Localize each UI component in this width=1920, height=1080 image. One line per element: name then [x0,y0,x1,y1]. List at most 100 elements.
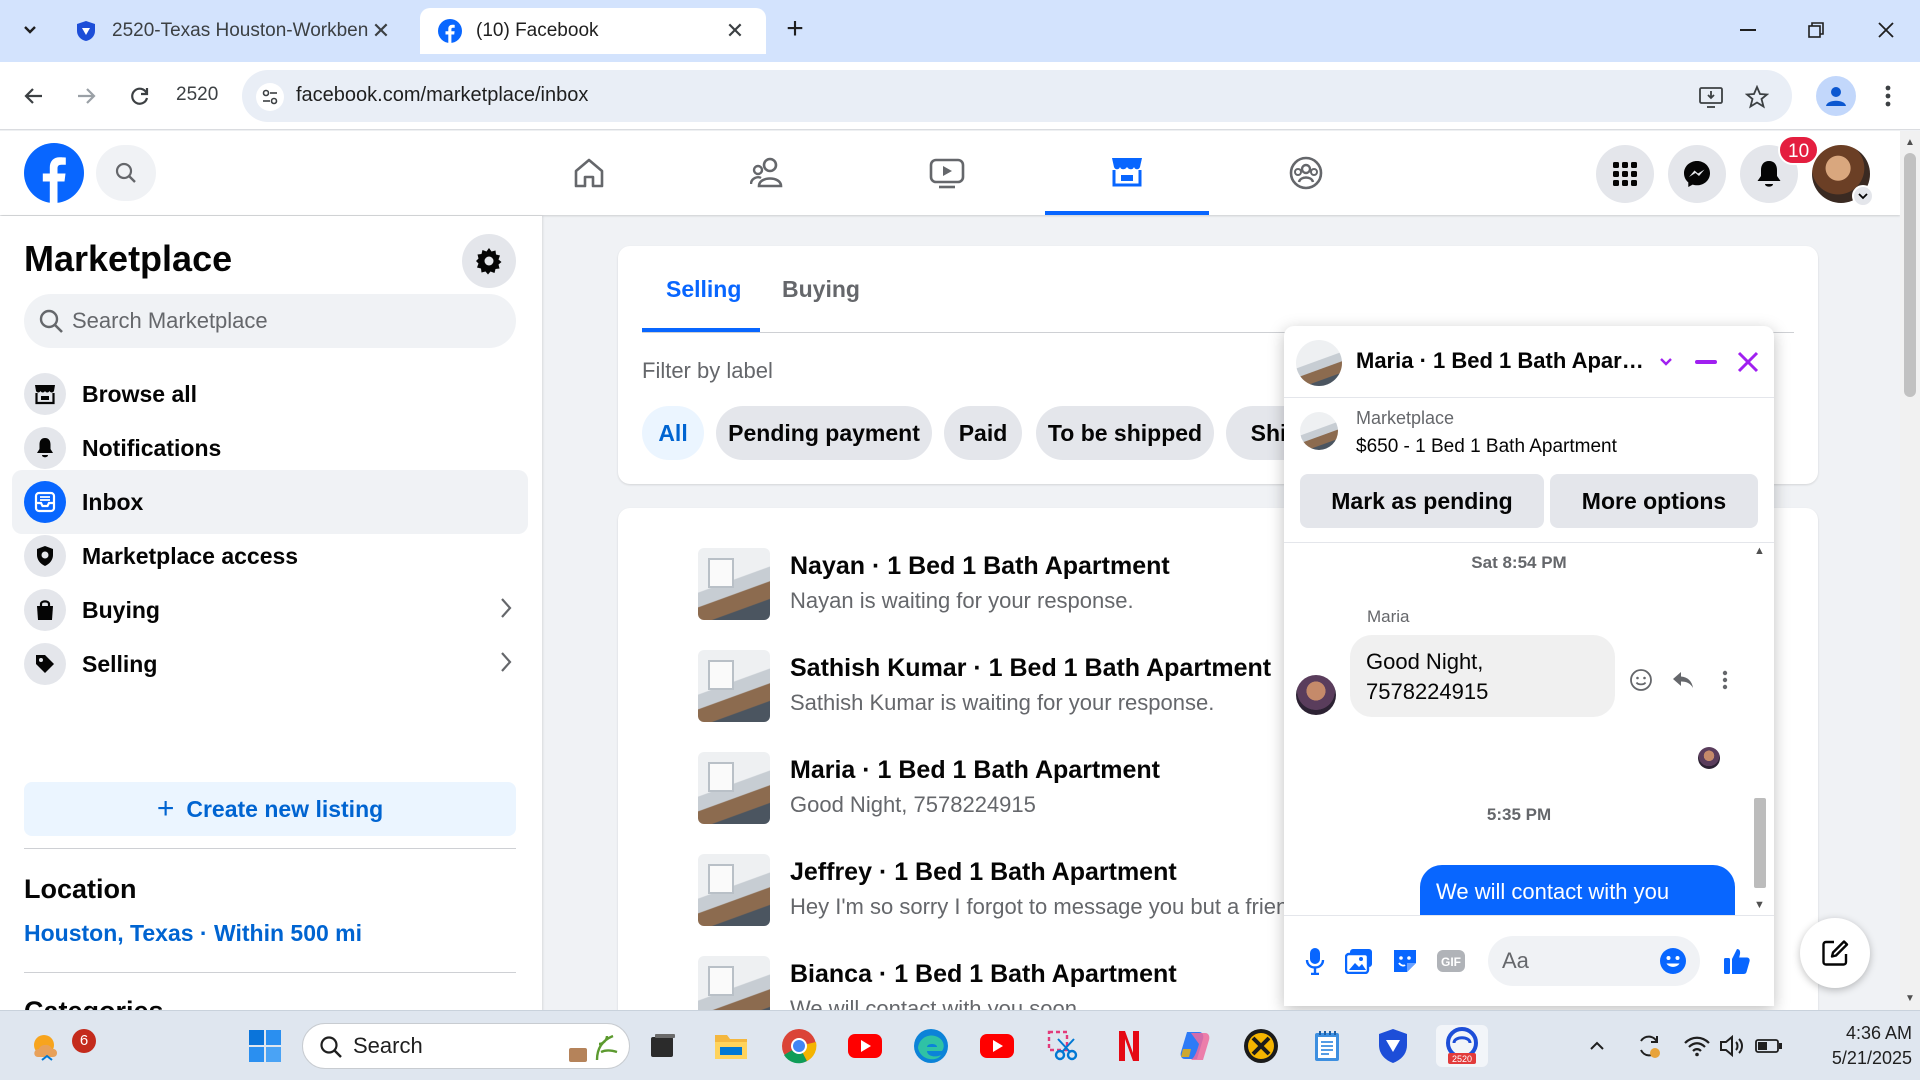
profile-label[interactable]: 2520 [176,84,218,106]
nav-friends-icon[interactable] [687,131,851,215]
account-chevron-down-icon[interactable] [1852,185,1874,207]
emoji-picker-icon[interactable] [1658,946,1688,976]
outgoing-message-bubble[interactable]: We will contact with you soon. [1420,865,1735,915]
shield-vpn-app-icon[interactable] [1372,1025,1414,1067]
edge-browser-icon[interactable] [910,1025,952,1067]
filter-chip-pending-payment[interactable]: Pending payment [716,406,932,460]
settings-gear-icon[interactable] [462,234,516,288]
facebook-search-icon[interactable] [96,145,156,201]
nav-video-icon[interactable] [865,131,1029,215]
restore-window-icon[interactable] [1796,14,1836,46]
chat-options-chevron-icon[interactable] [1650,346,1682,378]
site-settings-icon[interactable] [256,83,284,111]
minimize-chat-icon[interactable] [1690,346,1722,378]
filter-chip-all[interactable]: All [642,406,704,460]
sidebar-item-selling[interactable]: Selling [12,632,528,696]
chat-scrollbar[interactable]: ▲ ▼ [1750,543,1768,915]
scrollbar-thumb[interactable] [1754,798,1766,888]
message-more-icon[interactable] [1708,663,1742,697]
chrome-icon[interactable] [778,1025,820,1067]
conversation-snippet: Sathish Kumar is waiting for your respon… [790,690,1215,715]
scroll-up-arrow-icon[interactable]: ▲ [1905,137,1915,148]
location-link[interactable]: Houston, Texas · Within 500 mi [24,920,362,947]
copilot-icon[interactable] [1174,1025,1216,1067]
sender-avatar[interactable] [1296,675,1336,715]
mark-as-pending-button[interactable]: Mark as pending [1300,474,1544,528]
message-input[interactable] [1502,936,1652,986]
xbox-style-app-icon[interactable] [1240,1025,1282,1067]
snipping-tool-icon[interactable] [1042,1025,1084,1067]
close-chat-icon[interactable] [1732,346,1764,378]
tab-title: (10) Facebook [476,20,599,41]
windows-start-icon[interactable] [244,1025,286,1067]
nav-groups-icon[interactable] [1224,131,1388,215]
chat-header[interactable]: Maria · 1 Bed 1 Bath Apartment [1284,326,1774,398]
volume-speaker-icon[interactable] [1716,1025,1750,1067]
filter-chip-to-be-shipped[interactable]: To be shipped [1036,406,1214,460]
netflix-icon[interactable] [1108,1025,1150,1067]
new-tab-plus-icon[interactable]: + [780,14,810,44]
shield-favicon-icon [77,21,95,41]
tab-buying[interactable]: Buying [782,276,860,303]
reply-arrow-icon[interactable] [1666,663,1700,697]
file-explorer-icon[interactable] [710,1025,752,1067]
nav-marketplace-icon[interactable] [1045,131,1209,215]
task-view-icon[interactable] [642,1025,684,1067]
taskbar-clock[interactable]: 4:36 AM 5/21/2025 [1792,1021,1912,1071]
scrollbar-thumb[interactable] [1904,153,1916,397]
react-emoji-icon[interactable] [1624,663,1658,697]
install-app-icon[interactable] [1698,84,1724,110]
nav-home-icon[interactable] [507,131,671,215]
filter-chip-paid[interactable]: Paid [944,406,1022,460]
incoming-message-bubble[interactable]: Good Night, 7578224915 [1350,635,1615,717]
address-bar[interactable]: facebook.com/marketplace/inbox [242,70,1792,122]
page-scrollbar[interactable]: ▲ ▼ [1900,131,1920,1011]
youtube-icon[interactable] [844,1025,886,1067]
tab-search-chevron-icon[interactable] [12,12,48,48]
reload-icon[interactable] [122,78,158,114]
search-marketplace-field[interactable] [24,294,516,348]
new-message-compose-icon[interactable] [1800,918,1870,988]
sticker-icon[interactable] [1388,944,1422,978]
more-options-button[interactable]: More options [1550,474,1758,528]
sync-status-icon[interactable] [1632,1025,1666,1067]
microphone-icon[interactable] [1298,944,1332,978]
menu-grid-icon[interactable] [1596,145,1654,203]
notepad-icon[interactable] [1306,1025,1348,1067]
taskbar-search-input[interactable] [353,1024,533,1068]
forward-arrow-icon[interactable] [68,78,104,114]
messenger-icon[interactable] [1668,145,1726,203]
wifi-icon[interactable] [1680,1025,1714,1067]
inbox-icon [24,481,66,523]
close-tab-icon[interactable]: ✕ [722,18,748,44]
scroll-down-arrow-icon[interactable]: ▼ [1754,899,1765,911]
thumbs-up-like-icon[interactable] [1720,944,1754,978]
message-input-field[interactable] [1488,936,1700,986]
scroll-up-arrow-icon[interactable]: ▲ [1754,545,1765,557]
tab-selling[interactable]: Selling [666,276,741,303]
facebook-logo-icon[interactable] [24,143,84,203]
browser-tab-workbench[interactable]: 2520-Texas Houston-Workbenc ✕ [56,8,412,54]
chat-title[interactable]: Maria · 1 Bed 1 Bath Apartment [1356,348,1646,374]
account-avatar-icon[interactable] [1816,76,1856,116]
minimize-window-icon[interactable] [1728,14,1768,46]
create-new-listing-button[interactable]: + Create new listing [24,782,516,836]
url-text[interactable]: facebook.com/marketplace/inbox [296,84,588,107]
weather-widget-icon[interactable]: 6 [26,1025,96,1067]
gif-icon[interactable]: GIF [1434,944,1468,978]
search-marketplace-input[interactable] [72,294,502,348]
scroll-down-arrow-icon[interactable]: ▼ [1905,993,1915,1004]
bookmark-star-icon[interactable] [1744,84,1770,110]
show-hidden-icons-chevron-up-icon[interactable] [1582,1025,1612,1067]
profile-browser-2520-icon[interactable]: 2520 [1436,1025,1488,1067]
chat-listing-info[interactable]: Marketplace $650 - 1 Bed 1 Bath Apartmen… [1284,398,1774,470]
battery-icon[interactable] [1752,1025,1786,1067]
close-window-icon[interactable] [1866,14,1906,46]
browser-menu-icon[interactable] [1870,78,1906,114]
youtube-app-icon[interactable] [976,1025,1018,1067]
photo-gallery-icon[interactable] [1342,944,1376,978]
back-arrow-icon[interactable] [16,78,52,114]
browser-tab-facebook[interactable]: (10) Facebook ✕ [420,8,766,54]
close-tab-icon[interactable]: ✕ [368,18,394,44]
taskbar-search-field[interactable] [302,1023,630,1069]
